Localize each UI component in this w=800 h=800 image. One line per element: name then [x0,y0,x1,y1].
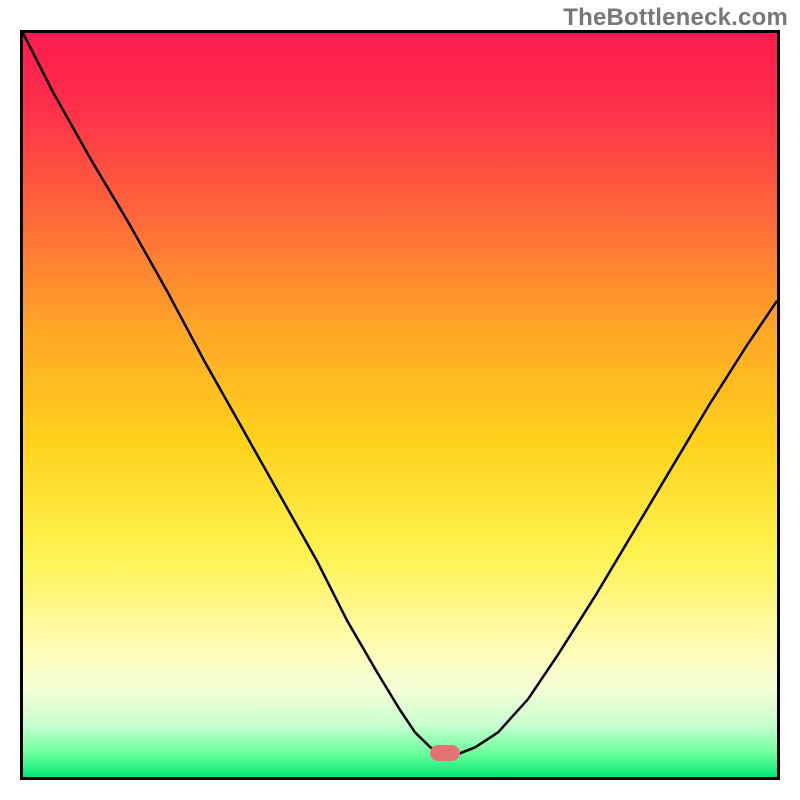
plot-area [20,30,780,780]
watermark-text: TheBottleneck.com [563,4,788,32]
bottleneck-curve [23,33,777,777]
minimum-marker [430,745,460,761]
chart-container: TheBottleneck.com [0,0,800,800]
